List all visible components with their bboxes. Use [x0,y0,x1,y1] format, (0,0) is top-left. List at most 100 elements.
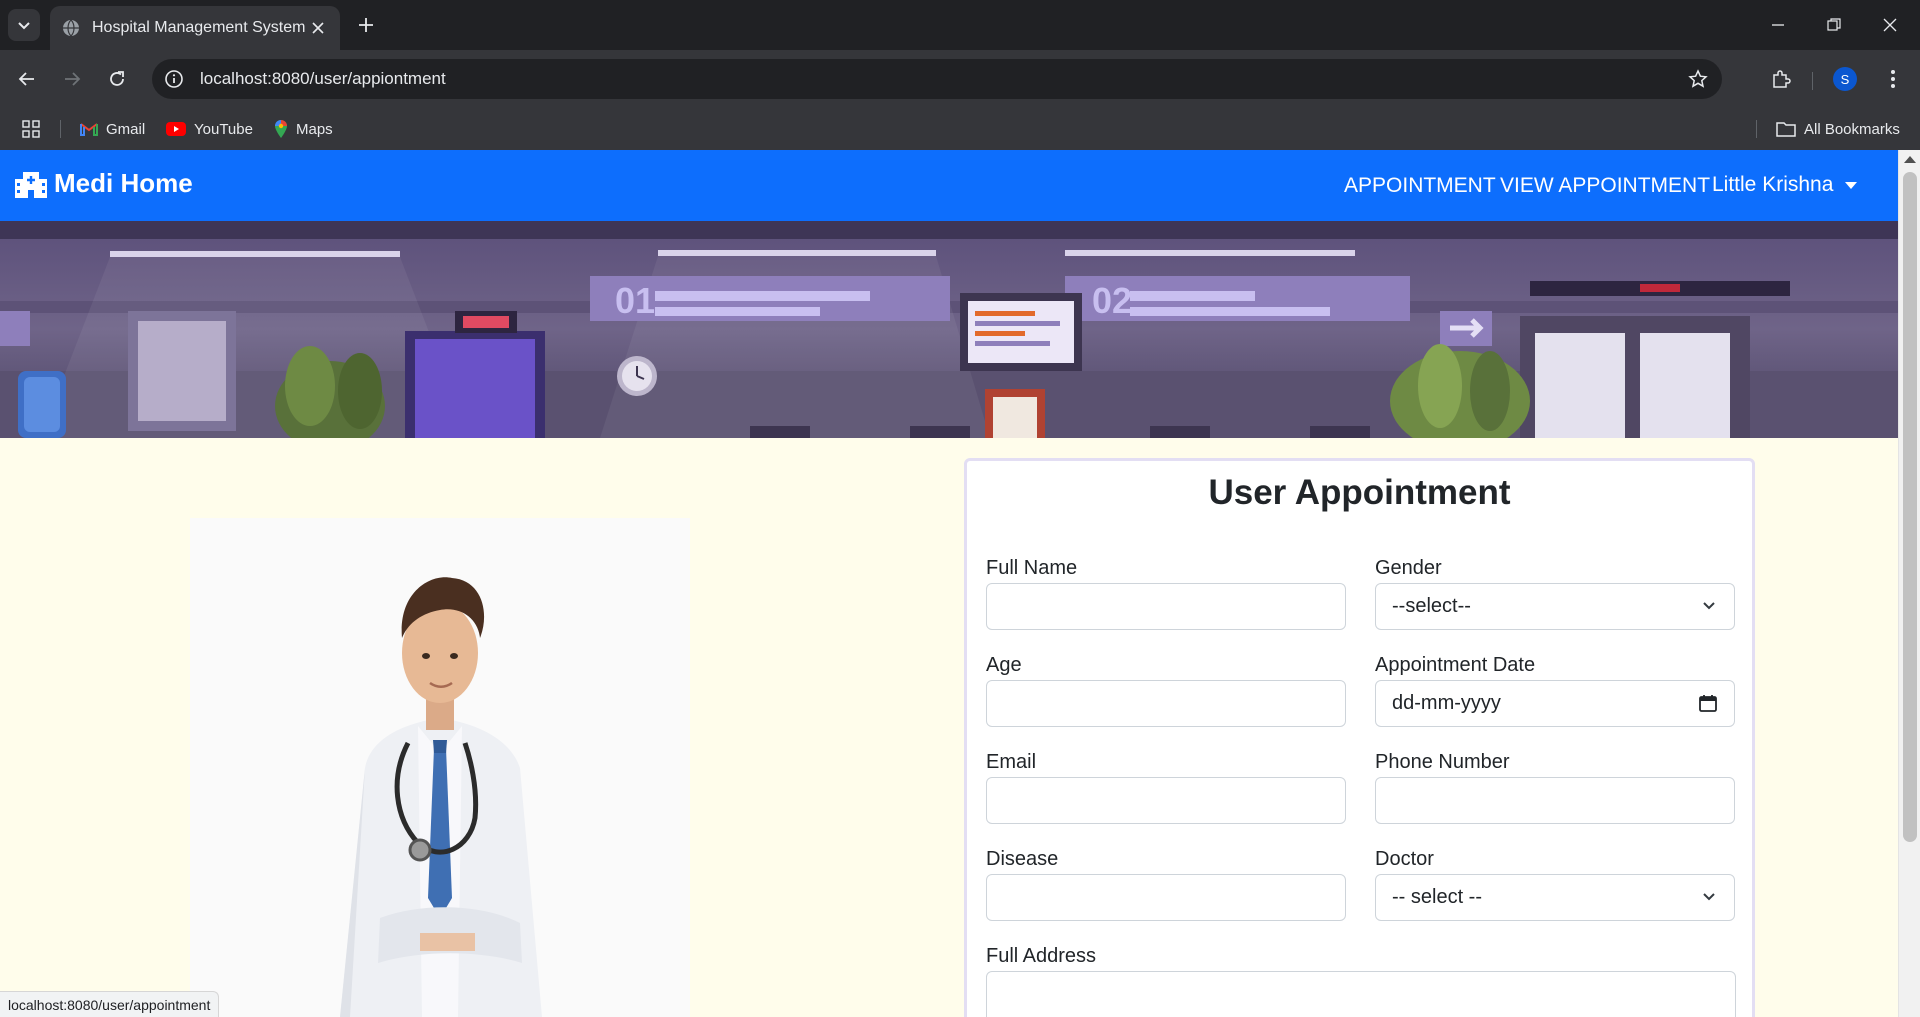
address-bar[interactable]: localhost:8080/user/appiontment [152,59,1722,99]
restore-button[interactable] [1806,0,1862,50]
gender-label: Gender [1375,557,1442,579]
more-vert-icon [1891,70,1895,88]
url-text: localhost:8080/user/appiontment [200,69,446,88]
bookmark-label: YouTube [194,120,253,138]
close-icon [1883,18,1897,32]
bookmark-youtube[interactable]: YouTube [166,117,253,141]
gender-selected-value: --select-- [1392,595,1471,617]
calendar-icon[interactable] [1698,693,1718,713]
site-navbar: Medi Home APPOINTMENT VIEW APPOINTMENT L… [0,150,1898,221]
new-tab-button[interactable] [352,11,380,39]
full-name-input[interactable] [986,583,1346,630]
user-dropdown[interactable]: Little Krishna [1712,173,1858,197]
all-bookmarks-label: All Bookmarks [1804,120,1900,138]
gmail-icon [80,123,98,136]
plus-icon [359,18,373,32]
forward-button[interactable] [55,62,89,96]
scroll-up-arrow-icon[interactable] [1904,156,1916,163]
doctor-group: Doctor -- select -- [1375,848,1735,921]
gender-group: Gender --select-- [1375,557,1735,630]
page-scrollbar[interactable] [1898,150,1920,1017]
phone-input[interactable] [1375,777,1735,824]
minimize-icon [1772,24,1784,26]
reload-button[interactable] [100,62,134,96]
doctor-label: Doctor [1375,848,1434,870]
doctor-select[interactable]: -- select -- [1375,874,1735,921]
avatar: S [1833,67,1857,91]
doctor-image [190,518,690,1017]
svg-text:02: 02 [1092,280,1132,321]
extensions-button[interactable] [1764,62,1798,96]
profile-button[interactable]: S [1828,62,1862,96]
link-status-bubble: localhost:8080/user/appointment [0,991,220,1017]
address-group: Full Address [986,945,1736,1017]
page-viewport: Medi Home APPOINTMENT VIEW APPOINTMENT L… [0,150,1920,1017]
bookmark-label: Maps [296,120,333,138]
appointment-date-group: Appointment Date dd-mm-yyyy [1375,654,1735,727]
hospital-banner-image: 01 02 [0,221,1898,438]
bookmark-star-icon[interactable] [1688,69,1708,89]
appointment-date-input[interactable]: dd-mm-yyyy [1375,680,1735,727]
browser-menu-button[interactable] [1876,62,1910,96]
brand-name: Medi Home [54,168,193,198]
disease-label: Disease [986,848,1059,870]
bookmarks-divider [1756,120,1757,138]
bookmarks-bar: Gmail YouTube Maps All Bookmarks [0,108,1920,150]
bookmark-gmail[interactable]: Gmail [80,117,145,141]
svg-text:01: 01 [615,280,655,321]
caret-down-icon [1845,181,1858,189]
all-bookmarks-button[interactable]: All Bookmarks [1776,117,1900,141]
disease-group: Disease [986,848,1346,921]
email-input[interactable] [986,777,1346,824]
browser-tab-strip: Hospital Management System [0,0,1920,50]
apps-button[interactable] [22,117,48,141]
phone-group: Phone Number [1375,751,1735,824]
age-group: Age [986,654,1346,727]
doctor-selected-value: -- select -- [1392,886,1482,908]
restore-icon [1827,18,1841,31]
close-window-button[interactable] [1862,0,1918,50]
browser-toolbar: localhost:8080/user/appiontment S [0,50,1920,108]
chevron-down-icon [18,22,30,30]
back-button[interactable] [10,62,44,96]
globe-icon [63,19,79,37]
nav-appointment[interactable]: APPOINTMENT [1344,174,1496,198]
full-name-group: Full Name [986,557,1346,630]
gender-select[interactable]: --select-- [1375,583,1735,630]
appointment-form: User Appointment Full Name Gender --sele… [964,458,1755,1017]
site-info-icon[interactable] [164,69,184,89]
email-label: Email [986,751,1037,773]
brand-link[interactable]: Medi Home [14,168,193,199]
phone-label: Phone Number [1375,751,1510,773]
address-textarea[interactable] [986,971,1736,1017]
form-title: User Appointment [1208,473,1511,512]
bookmark-label: Gmail [106,120,146,138]
email-group: Email [986,751,1346,824]
active-tab[interactable]: Hospital Management System [50,6,340,50]
appointment-date-label: Appointment Date [1375,654,1536,676]
close-tab-icon[interactable] [308,18,328,38]
youtube-icon [166,122,186,136]
full-name-label: Full Name [986,557,1078,579]
disease-input[interactable] [986,874,1346,921]
puzzle-icon [1773,70,1791,88]
chevron-down-icon [1703,893,1715,901]
apps-grid-icon [22,120,40,138]
arrow-left-icon [18,72,34,86]
scroll-thumb[interactable] [1903,172,1917,842]
bookmark-maps[interactable]: Maps [274,117,333,141]
address-label: Full Address [986,945,1097,967]
chevron-down-icon [1703,602,1715,610]
folder-icon [1776,122,1796,137]
date-placeholder: dd-mm-yyyy [1392,692,1501,714]
age-input[interactable] [986,680,1346,727]
tab-title: Hospital Management System [92,19,306,36]
user-name: Little Krishna [1712,173,1834,196]
reload-icon [110,71,124,86]
maps-icon [275,120,287,138]
nav-view-appointment[interactable]: VIEW APPOINTMENT [1500,174,1710,198]
tab-search-button[interactable] [8,9,40,41]
arrow-right-icon [65,72,81,86]
hospital-icon [15,171,47,198]
minimize-button[interactable] [1750,0,1806,50]
